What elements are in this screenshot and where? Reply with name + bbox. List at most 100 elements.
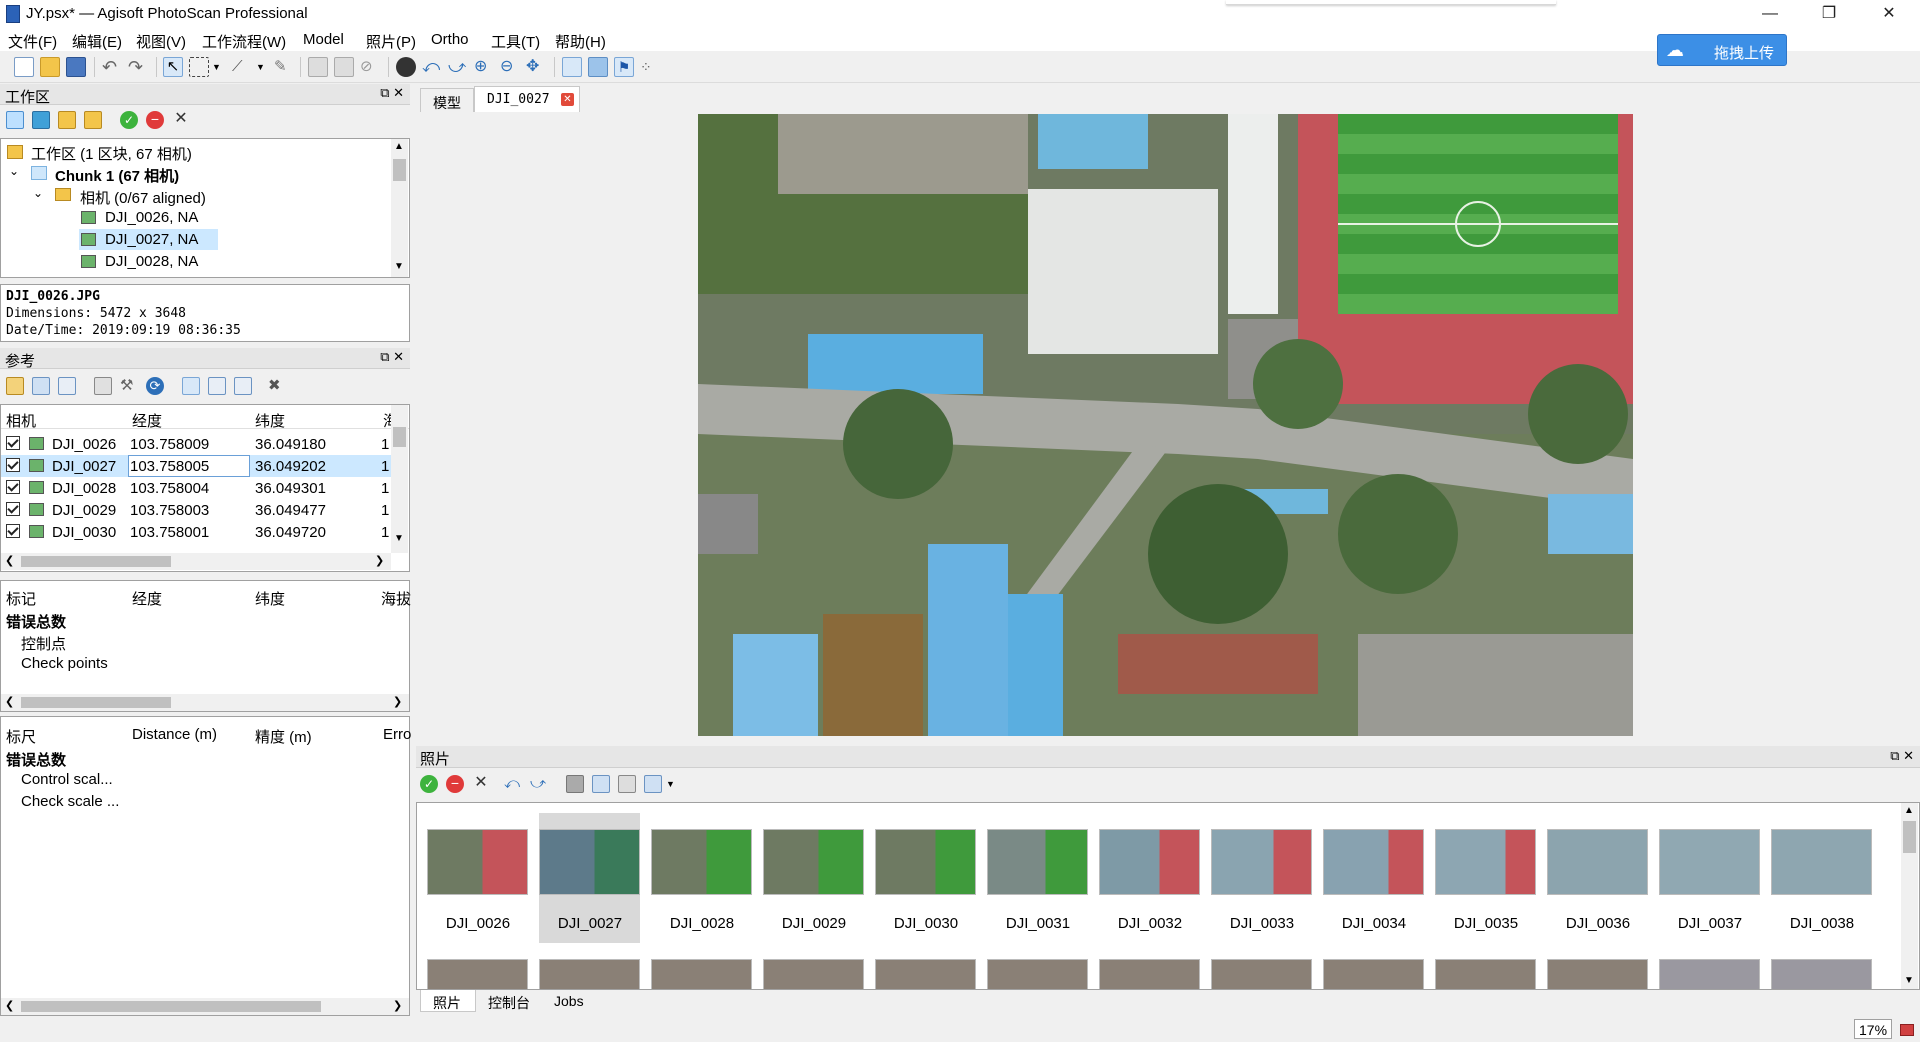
scroll-down-arrow-icon[interactable]: ▼ — [394, 533, 404, 544]
fit-view-icon[interactable] — [562, 57, 582, 77]
table-row[interactable]: DJI_0030 103.758001 36.049720 1 — [1, 521, 391, 543]
dropdown-arrow-icon[interactable]: ▼ — [212, 57, 222, 77]
settings-icon[interactable]: ✖ — [268, 377, 286, 395]
photo-thumbnail[interactable] — [987, 959, 1088, 989]
menu-photos[interactable]: 照片(P) — [366, 31, 416, 52]
tree-scrollbar[interactable]: ▲ ▼ — [391, 139, 408, 277]
photo-thumbnail[interactable] — [539, 829, 640, 895]
panel-close-icon[interactable]: ⧉ ✕ — [380, 349, 404, 365]
col-header-accuracy[interactable]: 精度 (m) — [255, 726, 312, 747]
photo-thumbnail[interactable] — [1211, 829, 1312, 895]
dropdown-arrow-icon[interactable]: ▼ — [256, 57, 266, 77]
scroll-left-arrow-icon[interactable]: ❮ — [5, 695, 14, 708]
photo-thumbnail[interactable] — [651, 959, 752, 989]
menu-model[interactable]: Model — [303, 31, 344, 48]
photo-thumbnail[interactable] — [1771, 829, 1872, 895]
tree-item-chunk[interactable]: Chunk 1 (67 相机) — [55, 165, 179, 186]
ruler-icon[interactable]: ⟋ — [232, 57, 252, 77]
rotate-right-icon[interactable]: ⤻ — [530, 775, 548, 793]
tree-item-camera[interactable]: DJI_0026, NA — [105, 209, 198, 226]
photo-thumbnail[interactable] — [875, 959, 976, 989]
menu-ortho[interactable]: Ortho — [431, 31, 469, 48]
add-chunk-icon[interactable] — [6, 111, 24, 129]
scroll-right-arrow-icon[interactable]: ❯ — [393, 695, 402, 708]
row-checkbox[interactable] — [6, 480, 20, 494]
restore-button[interactable]: ❐ — [1806, 0, 1852, 29]
menu-view[interactable]: 视图(V) — [136, 31, 186, 52]
crop-icon[interactable]: ⊘ — [360, 57, 380, 77]
minimize-button[interactable]: — — [1747, 0, 1793, 29]
photo-thumbnail[interactable] — [1099, 829, 1200, 895]
remove-icon[interactable]: ✕ — [472, 774, 490, 792]
tab-photo[interactable]: DJI_0027 ✕ — [474, 86, 580, 112]
table-row[interactable]: DJI_0029 103.758003 36.049477 1 — [1, 499, 391, 521]
cameras-icon[interactable] — [566, 775, 584, 793]
export-icon[interactable] — [32, 377, 50, 395]
scroll-up-arrow-icon[interactable]: ▲ — [1904, 805, 1914, 816]
calculator-icon[interactable] — [94, 377, 112, 395]
photo-thumbnail[interactable] — [1099, 959, 1200, 989]
col-header-longitude[interactable]: 经度 — [132, 410, 162, 431]
marker-control-points[interactable]: 控制点 — [21, 633, 66, 654]
photo-thumbnail[interactable] — [1323, 829, 1424, 895]
remove-icon[interactable]: ✕ — [172, 110, 190, 128]
photo-thumbnail[interactable] — [651, 829, 752, 895]
dropdown-arrow-icon[interactable]: ▼ — [666, 775, 676, 793]
photo-thumbnail[interactable] — [1435, 959, 1536, 989]
zoom-in-icon[interactable]: ⊕ — [474, 57, 494, 77]
marker-check-points[interactable]: Check points — [21, 655, 108, 672]
menu-help[interactable]: 帮助(H) — [555, 31, 606, 52]
row-checkbox[interactable] — [6, 436, 20, 450]
photos-scrollbar[interactable]: ▲ ▼ — [1901, 803, 1918, 989]
scroll-down-arrow-icon[interactable]: ▼ — [1904, 975, 1914, 986]
rotate-left-icon[interactable]: ⤺ — [422, 57, 442, 77]
scroll-up-arrow-icon[interactable]: ▲ — [394, 141, 404, 152]
aerial-photo[interactable] — [698, 114, 1633, 736]
photo-thumbnail[interactable] — [1211, 959, 1312, 989]
menu-edit[interactable]: 编辑(E) — [72, 31, 122, 52]
scroll-right-arrow-icon[interactable]: ❯ — [375, 554, 384, 567]
scale-control-scalebars[interactable]: Control scal... — [21, 771, 113, 788]
table-horizontal-scrollbar[interactable]: ❮ ❯ — [1, 553, 391, 570]
save-icon[interactable] — [66, 57, 86, 77]
scroll-thumb[interactable] — [393, 427, 406, 447]
photo-thumbnail[interactable] — [1323, 959, 1424, 989]
photo-thumbnail[interactable] — [763, 829, 864, 895]
table-row-selected[interactable]: DJI_0027 103.758005 36.049202 1 — [1, 455, 391, 477]
marker-horizontal-scrollbar[interactable]: ❮ ❯ — [1, 694, 409, 711]
rotate-right-icon[interactable]: ⤻ — [448, 57, 468, 77]
photo-thumbnail[interactable] — [1547, 829, 1648, 895]
photo-thumbnail[interactable] — [763, 959, 864, 989]
scroll-right-arrow-icon[interactable]: ❯ — [393, 999, 402, 1012]
col-header-distance[interactable]: Distance (m) — [132, 726, 217, 743]
open-icon[interactable] — [40, 57, 60, 77]
draw-icon[interactable]: ✎ — [274, 57, 294, 77]
menu-file[interactable]: 文件(F) — [8, 31, 57, 52]
photo-thumbnail[interactable] — [427, 829, 528, 895]
col-header-camera[interactable]: 相机 — [6, 410, 36, 431]
table-row[interactable]: DJI_0026 103.758009 36.049180 1 — [1, 433, 391, 455]
table-vertical-scrollbar[interactable]: ▼ — [391, 405, 408, 553]
scale-horizontal-scrollbar[interactable]: ❮ ❯ — [1, 998, 409, 1015]
col-header-latitude[interactable]: 纬度 — [255, 588, 285, 609]
wrench-icon[interactable]: ⚒ — [120, 377, 138, 395]
panel-close-icon[interactable]: ⧉ ✕ — [380, 85, 404, 101]
tab-photos[interactable]: 照片 — [420, 990, 476, 1012]
row-checkbox[interactable] — [6, 524, 20, 538]
photo-thumbnail[interactable] — [987, 829, 1088, 895]
details-icon[interactable] — [618, 775, 636, 793]
disable-icon[interactable]: − — [146, 111, 164, 129]
flag-icon[interactable]: ⚑ — [614, 57, 634, 77]
refresh-icon[interactable]: ⟳ — [146, 377, 164, 395]
undo-icon[interactable]: ↶ — [102, 57, 122, 77]
paste-icon[interactable] — [334, 57, 354, 77]
scroll-left-arrow-icon[interactable]: ❮ — [5, 554, 14, 567]
mask-view-icon[interactable] — [592, 775, 610, 793]
view-errors-icon[interactable] — [234, 377, 252, 395]
photo-thumbnail[interactable] — [1771, 959, 1872, 989]
col-header-marker[interactable]: 标记 — [6, 588, 36, 609]
scroll-left-arrow-icon[interactable]: ❮ — [5, 999, 14, 1012]
photo-thumbnail[interactable] — [1659, 959, 1760, 989]
panel-close-icon[interactable]: ⧉ ✕ — [1890, 748, 1914, 764]
photo-thumbnail[interactable] — [427, 959, 528, 989]
